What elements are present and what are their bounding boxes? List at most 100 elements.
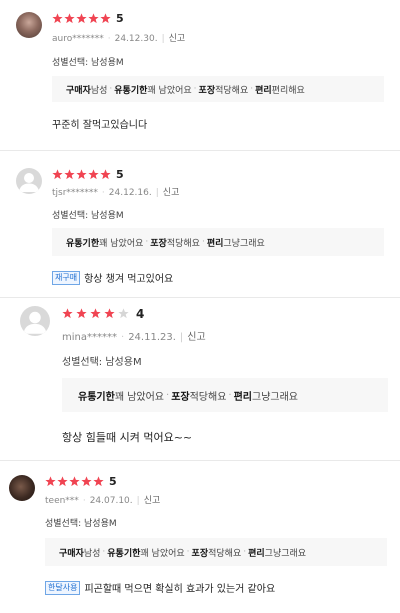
tag-key: 편리 [233,391,252,403]
repurchase-badge: 재구매 [52,270,81,285]
star-filled-icon [62,307,75,321]
review-date: 24.12.16. [108,188,152,198]
tag-key: 포장 [198,85,216,96]
tag-value: 그냥그래요 [252,391,298,403]
tag-separator: · [228,389,232,401]
tag-value: 적당해요 [166,238,200,249]
tag-value: 꽤 남았어요 [99,238,144,249]
rating-score: 5 [116,168,124,181]
tag-key: 구매자 [66,85,91,96]
purchase-option: 성별선택: 남성용M [62,357,142,368]
tag-key: 구매자 [59,548,84,559]
rating-score: 4 [136,307,145,321]
tag-value: 적당해요 [215,85,249,96]
tag-value: 그냥그래요 [223,238,265,249]
review-text: 재구매 항상 챙겨 먹고있어요 [52,270,173,285]
tag-separator: · [193,84,197,94]
rating-stars: 5 [45,475,117,488]
tag-value: 남성 [83,548,101,559]
tag-key: 유통기한 [107,548,141,559]
star-filled-icon [45,476,56,487]
star-filled-icon [64,169,75,180]
star-filled-icon [76,307,89,321]
tag-key: 포장 [150,238,167,249]
reviewer-id: auro******* [52,34,104,44]
review-text-content: 항상 힘들때 시켜 먹어요~~ [62,431,193,444]
review-text: 한달사용 피곤할때 먹으면 확실히 효과가 있는거 같아요 [45,580,275,595]
tag-separator: · [145,237,149,247]
tag-value: 편리해요 [271,85,305,96]
star-filled-icon [93,476,104,487]
usage-period-badge: 한달사용 [45,580,81,595]
default-user-icon [19,173,39,192]
tag-value: 적당해요 [189,391,227,403]
user-avatar [16,12,42,38]
tag-value: 남성 [90,85,108,96]
user-avatar [9,475,35,501]
tag-separator: · [166,389,170,401]
review-text-content: 피곤할때 먹으면 확실히 효과가 있는거 같아요 [84,584,276,595]
review-text: 꾸준히 잘먹고있습니다 [52,116,147,131]
reviewer-id: mina****** [62,332,117,343]
default-user-icon [23,311,47,334]
tag-value: 그냥그래요 [264,548,307,559]
report-link[interactable]: 신고 [163,188,180,198]
tag-key: 편리 [255,85,272,96]
rating-score: 5 [109,475,117,488]
review-meta: tjsr******* · 24.12.16. | 신고 [52,188,180,198]
star-filled-icon [81,476,92,487]
star-filled-icon [52,13,63,24]
review-text: 항상 힘들때 시켜 먹어요~~ [62,429,192,445]
tag-separator: · [250,84,254,94]
star-filled-icon [100,13,111,24]
tag-key: 유통기한 [114,85,148,96]
star-filled-icon [76,169,87,180]
purchase-option: 성별선택: 남성용M [52,58,124,68]
review-tags: 유통기한 꽤 남았어요 · 포장 적당해요 · 편리 그냥그래요 [62,378,388,412]
purchase-option: 성별선택: 남성용M [45,519,117,529]
tag-key: 편리 [248,548,265,559]
review-divider [0,297,400,298]
report-link[interactable]: 신고 [144,496,161,506]
rating-score: 5 [116,12,124,25]
tag-separator: · [102,547,106,557]
review-meta: teen*** · 24.07.10. | 신고 [45,496,161,506]
star-filled-icon [88,169,99,180]
report-link[interactable]: 신고 [169,34,186,44]
reviewer-id: teen*** [45,496,79,506]
star-empty-icon [118,307,131,321]
tag-value: 꽤 남았어요 [147,85,192,96]
review-date: 24.12.30. [114,34,158,44]
tag-key: 포장 [171,391,190,403]
user-avatar [16,168,42,194]
review-divider [0,150,400,151]
purchase-option: 성별선택: 남성용M [52,211,124,221]
rating-stars: 5 [52,12,124,25]
star-filled-icon [90,307,103,321]
tag-value: 꽤 남았어요 [114,391,164,403]
review-tags: 유통기한 꽤 남았어요 · 포장 적당해요 · 편리 그냥그래요 [52,228,384,256]
review-date: 24.07.10. [89,496,133,506]
review-date: 24.11.23. [128,332,176,343]
review-tags: 구매자 남성 · 유통기한 꽤 남았어요 · 포장 적당해요 · 편리 편리해요 [52,76,384,102]
tag-separator: · [201,237,205,247]
report-link[interactable]: 신고 [187,332,205,343]
tag-key: 편리 [206,238,224,249]
review-divider [0,460,400,461]
tag-key: 유통기한 [66,238,100,249]
star-filled-icon [52,169,63,180]
star-filled-icon [104,307,117,321]
star-filled-icon [57,476,68,487]
star-filled-icon [100,169,111,180]
star-filled-icon [69,476,80,487]
star-filled-icon [64,13,75,24]
tag-separator: · [109,84,113,94]
user-avatar [20,306,50,336]
rating-stars: 5 [52,168,124,181]
reviewer-id: tjsr******* [52,188,98,198]
review-meta: mina****** · 24.11.23. | 신고 [62,332,206,343]
tag-separator: · [243,547,247,557]
review-text-content: 꾸준히 잘먹고있습니다 [52,120,148,131]
star-filled-icon [88,13,99,24]
star-filled-icon [76,13,87,24]
